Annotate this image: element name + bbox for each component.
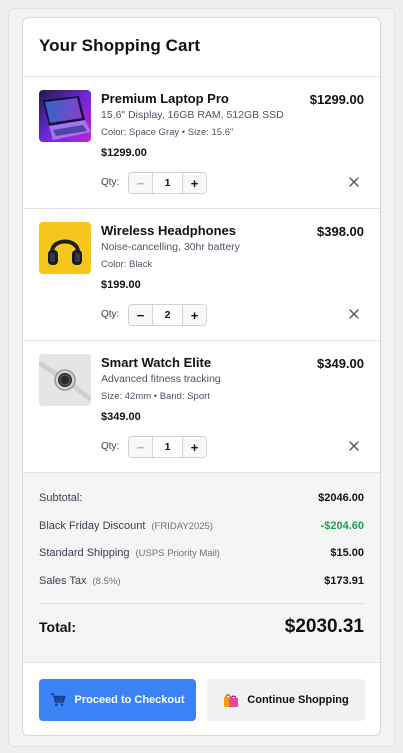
total-row: Total: $2030.31 bbox=[39, 616, 364, 638]
tax-row: Sales Tax (8.5%) $173.91 bbox=[39, 575, 364, 587]
discount-value: -$204.60 bbox=[320, 520, 364, 532]
total-value: $2030.31 bbox=[284, 616, 364, 637]
quantity-value: 2 bbox=[164, 309, 171, 321]
item-options: Color: Black bbox=[101, 259, 153, 270]
quantity-stepper: − 1 + bbox=[128, 172, 207, 194]
increase-quantity-button[interactable]: + bbox=[182, 305, 206, 325]
item-name[interactable]: Wireless Headphones bbox=[101, 223, 236, 238]
increase-quantity-button[interactable]: + bbox=[182, 437, 206, 457]
increase-quantity-button[interactable]: + bbox=[182, 173, 206, 193]
item-description: 15.6" Display, 16GB RAM, 512GB SSD bbox=[101, 109, 284, 121]
shopping-bags-icon bbox=[223, 692, 239, 708]
shipping-label: Standard Shipping bbox=[39, 547, 130, 559]
item-description: Advanced fitness tracking bbox=[101, 373, 221, 385]
cart-item: Smart Watch Elite Advanced fitness track… bbox=[23, 341, 380, 473]
tax-label: Sales Tax bbox=[39, 575, 87, 587]
quantity-value: 1 bbox=[164, 177, 171, 189]
item-unit-price: $199.00 bbox=[101, 279, 141, 291]
item-name[interactable]: Smart Watch Elite bbox=[101, 355, 211, 370]
smartwatch-image[interactable] bbox=[39, 354, 91, 406]
cart-actions: Proceed to Checkout Continue Shopping bbox=[23, 663, 380, 735]
cart-icon bbox=[50, 693, 67, 707]
proceed-to-checkout-button[interactable]: Proceed to Checkout bbox=[39, 679, 196, 721]
tax-value: $173.91 bbox=[324, 575, 364, 587]
item-line-total: $1299.00 bbox=[309, 92, 364, 107]
item-line-total: $398.00 bbox=[317, 224, 364, 239]
decrease-quantity-button[interactable]: − bbox=[129, 305, 153, 325]
item-line-total: $349.00 bbox=[317, 356, 364, 371]
summary-divider bbox=[39, 603, 364, 604]
subtotal-row: Subtotal: $2046.00 bbox=[39, 492, 364, 504]
decrease-quantity-button[interactable]: − bbox=[129, 437, 153, 457]
laptop-image[interactable] bbox=[39, 90, 91, 142]
item-description: Noise-cancelling, 30hr battery bbox=[101, 241, 240, 253]
item-unit-price: $1299.00 bbox=[101, 147, 147, 159]
quantity-stepper: − 1 + bbox=[128, 436, 207, 458]
total-label: Total: bbox=[39, 619, 77, 635]
cart-item: Premium Laptop Pro 15.6" Display, 16GB R… bbox=[23, 77, 380, 209]
shipping-row: Standard Shipping (USPS Priority Mail) $1… bbox=[39, 547, 364, 559]
shipping-note: (USPS Priority Mail) bbox=[135, 548, 220, 559]
remove-item-icon[interactable] bbox=[348, 440, 360, 452]
tax-note: (8.5%) bbox=[92, 576, 121, 587]
subtotal-value: $2046.00 bbox=[318, 492, 364, 504]
order-summary: Subtotal: $2046.00 Black Friday Discount… bbox=[23, 473, 380, 663]
quantity-value: 1 bbox=[164, 441, 171, 453]
remove-item-icon[interactable] bbox=[348, 308, 360, 320]
cart-item: Wireless Headphones Noise-cancelling, 30… bbox=[23, 209, 380, 341]
qty-label: Qty: bbox=[101, 177, 120, 188]
cart-header: Your Shopping Cart bbox=[23, 18, 380, 77]
qty-label: Qty: bbox=[101, 309, 120, 320]
decrease-quantity-button[interactable]: − bbox=[129, 173, 153, 193]
continue-shopping-button[interactable]: Continue Shopping bbox=[207, 679, 365, 721]
discount-row: Black Friday Discount (FRIDAY2025) -$204.… bbox=[39, 520, 364, 532]
remove-item-icon[interactable] bbox=[348, 176, 360, 188]
shopping-cart-card: Your Shopping Cart Premium Laptop Pro 15… bbox=[22, 17, 381, 736]
headphones-image[interactable] bbox=[39, 222, 91, 274]
item-options: Size: 42mm • Band: Sport bbox=[101, 391, 210, 402]
discount-code: (FRIDAY2025) bbox=[151, 521, 213, 532]
item-options: Color: Space Gray • Size: 15.6" bbox=[101, 127, 234, 138]
qty-label: Qty: bbox=[101, 441, 120, 452]
subtotal-label: Subtotal: bbox=[39, 492, 83, 504]
continue-label: Continue Shopping bbox=[247, 694, 349, 706]
item-name[interactable]: Premium Laptop Pro bbox=[101, 91, 229, 106]
checkout-label: Proceed to Checkout bbox=[74, 694, 185, 706]
quantity-stepper: − 2 + bbox=[128, 304, 207, 326]
cart-title: Your Shopping Cart bbox=[39, 36, 201, 55]
item-unit-price: $349.00 bbox=[101, 411, 141, 423]
discount-label: Black Friday Discount bbox=[39, 520, 146, 532]
shipping-value: $15.00 bbox=[330, 547, 364, 559]
